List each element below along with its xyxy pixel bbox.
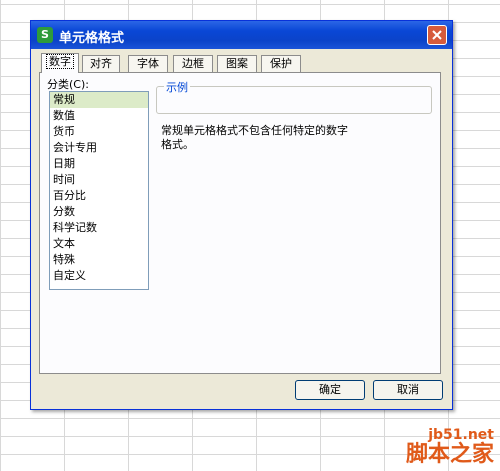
category-label: 分类(C): <box>47 78 89 91</box>
tab-number[interactable]: 数字 <box>41 53 79 73</box>
list-item[interactable]: 特殊 <box>50 252 148 268</box>
example-legend: 示例 <box>164 79 190 95</box>
list-item[interactable]: 货币 <box>50 124 148 140</box>
tab-alignment[interactable]: 对齐 <box>82 55 120 72</box>
list-item[interactable]: 时间 <box>50 172 148 188</box>
list-item[interactable]: 常规 <box>50 92 148 108</box>
dialog-title: 单元格格式 <box>59 31 125 46</box>
format-description: 常规单元格格式不包含任何特定的数字 格式。 <box>161 124 348 152</box>
list-item[interactable]: 日期 <box>50 156 148 172</box>
tab-border[interactable]: 边框 <box>173 55 213 72</box>
list-item[interactable]: 科学记数 <box>50 220 148 236</box>
tab-pattern[interactable]: 图案 <box>217 55 257 72</box>
cancel-button[interactable]: 取消 <box>373 380 443 400</box>
list-item[interactable]: 分数 <box>50 204 148 220</box>
list-item[interactable]: 会计专用 <box>50 140 148 156</box>
example-groupbox <box>156 86 432 114</box>
list-item[interactable]: 自定义 <box>50 268 148 284</box>
description-line: 格式。 <box>161 138 194 151</box>
close-button[interactable] <box>427 25 447 45</box>
site-watermark: jb51.net 脚本之家 <box>406 427 494 467</box>
watermark-url: jb51.net <box>428 427 494 443</box>
description-line: 常规单元格格式不包含任何特定的数字 <box>161 124 348 137</box>
wps-app-icon: S <box>37 27 53 43</box>
list-item[interactable]: 百分比 <box>50 188 148 204</box>
tab-protection[interactable]: 保护 <box>261 55 301 72</box>
title-bar[interactable]: S 单元格格式 <box>31 21 452 49</box>
list-item[interactable]: 数值 <box>50 108 148 124</box>
ok-button[interactable]: 确定 <box>295 380 365 400</box>
list-item[interactable]: 文本 <box>50 236 148 252</box>
tab-font[interactable]: 字体 <box>128 55 168 72</box>
category-list[interactable]: 常规 数值 货币 会计专用 日期 时间 百分比 分数 科学记数 文本 特殊 自定… <box>49 91 149 290</box>
format-cells-dialog: S 单元格格式 数字 对齐 字体 边框 图案 保护 分类(C): 常规 数值 货… <box>30 20 453 410</box>
close-icon <box>432 30 442 40</box>
watermark-name: 脚本之家 <box>405 442 494 467</box>
